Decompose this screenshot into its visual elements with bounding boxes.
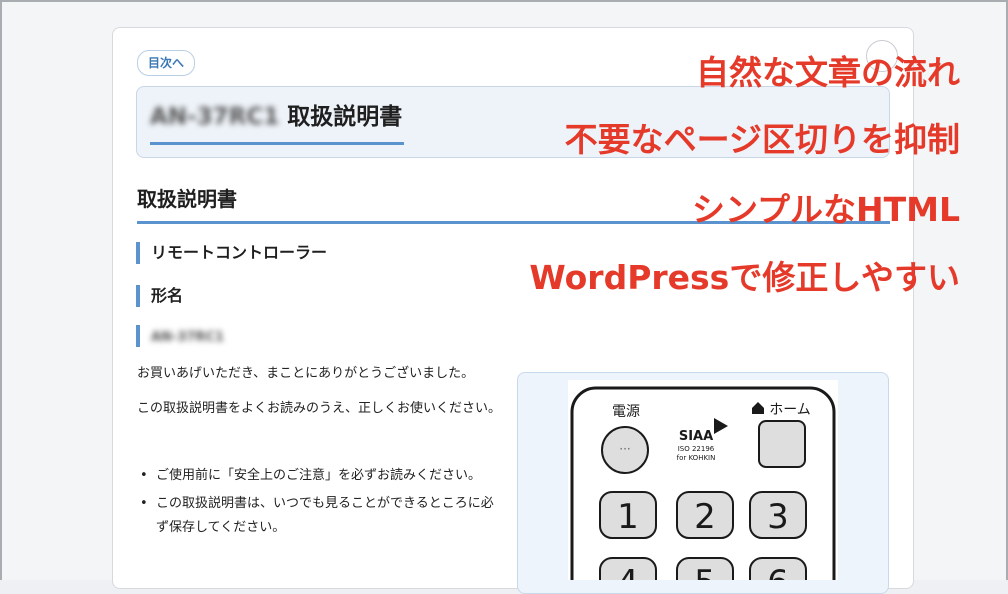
siaa-sub1: ISO 22196 (678, 445, 715, 453)
key-4-label: 4 (617, 563, 639, 580)
remote-illustration: 電源 ··· ホーム SIAA ISO 22196 for KOHKIN 1 2… (568, 380, 838, 580)
home-button (758, 420, 806, 468)
model-number-blurred: AN-37RC1 (151, 330, 225, 345)
document-title-text: 取扱説明書 (287, 104, 403, 130)
subheading-remote: リモートコントローラー (136, 242, 327, 264)
model-number-blurred: AN-37RC1 (150, 104, 280, 130)
read-paragraph: この取扱説明書をよくお読みのうえ、正しくお使いください。 (137, 401, 502, 416)
siaa-logo: SIAA (679, 429, 713, 444)
subheading-model-number: AN-37RC1 (136, 325, 224, 347)
power-label: 電源 (612, 404, 640, 420)
overlay-line-wordpress: WordPressで修正しやすい (529, 258, 960, 297)
key-2-label: 2 (694, 497, 716, 537)
bullet-item: この取扱説明書は、いつでも見ることができるところに必ず保存してください。 (140, 492, 502, 540)
key-6-label: 6 (767, 563, 789, 580)
overlay-line-simple-html: シンプルなHTML (691, 190, 960, 229)
keypad: 1 2 3 4 5 6 (599, 491, 807, 580)
key-5-label: 5 (694, 563, 716, 580)
overlay-line-page-break: 不要なページ区切りを抑制 (564, 120, 960, 159)
bullet-item: ご使用前に「安全上のご注意」を必ずお読みください。 (140, 464, 502, 488)
key-1-label: 1 (617, 497, 639, 537)
subheading-model: 形名 (136, 285, 183, 307)
toc-button[interactable]: 目次へ (137, 50, 195, 76)
overlay-line-natural-flow: 自然な文章の流れ (696, 53, 960, 92)
home-label: ホーム (769, 402, 811, 418)
intro-paragraph: お買いあげいただき、まことにありがとうございました。 (137, 366, 475, 381)
siaa-sub2: for KOHKIN (677, 454, 716, 462)
document-title: AN-37RC1 取扱説明書 (150, 100, 405, 145)
remote-svg: 電源 ··· ホーム SIAA ISO 22196 for KOHKIN 1 2… (570, 386, 836, 580)
key-3-label: 3 (767, 497, 789, 537)
power-dots: ··· (619, 442, 630, 456)
